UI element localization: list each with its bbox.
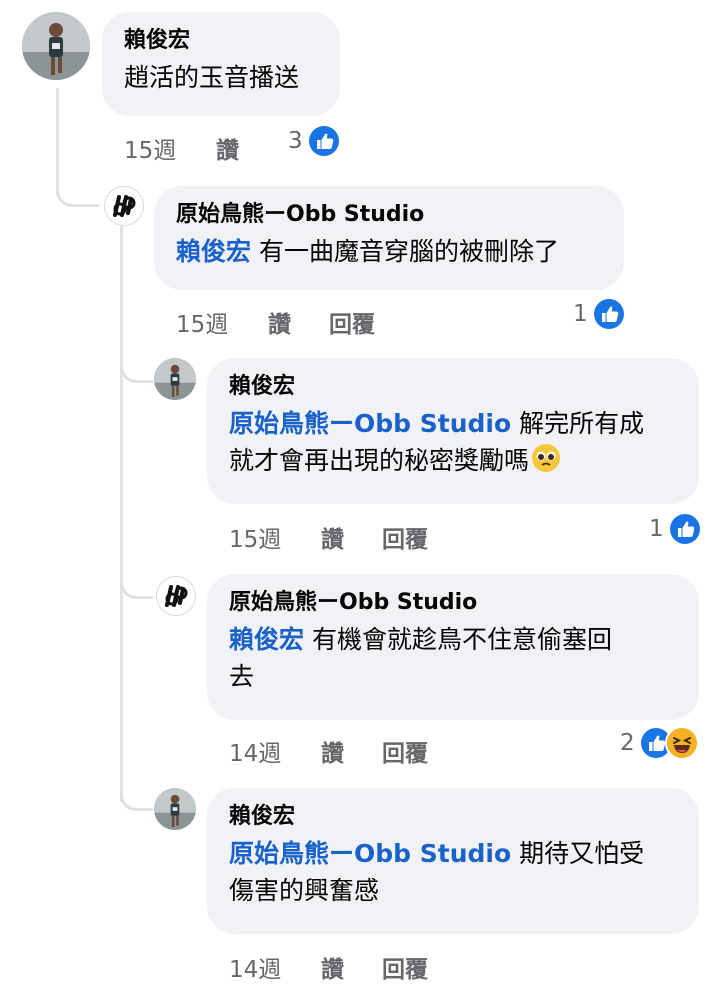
comment-bubble: 賴俊宏 原始鳥熊ーObb Studio 期待又怕受 傷害的興奮感 (207, 788, 699, 934)
comment-bubble: 原始鳥熊ーObb Studio 賴俊宏 有機會就趁鳥不住意偷塞回 去 (207, 574, 699, 720)
comment-meta: 14週 讚 回覆 (229, 950, 428, 984)
comment-time[interactable]: 14週 (229, 950, 321, 984)
mention-link[interactable]: 原始鳥熊ーObb Studio (229, 839, 511, 868)
like-button[interactable]: 讚 (321, 520, 382, 554)
like-icon (667, 512, 702, 546)
reply-button[interactable]: 回覆 (382, 520, 428, 554)
comment-meta: 14週 讚 回覆 (229, 734, 428, 768)
comment-body: 有機會就趁鳥不住意偷塞回 (311, 625, 612, 654)
comment-body: 傷害的興奮感 (229, 876, 380, 905)
comment-body: 去 (229, 662, 255, 691)
comment-body: 期待又怕受 (519, 839, 645, 868)
comment-author[interactable]: 賴俊宏 (229, 802, 677, 832)
reaction-summary[interactable]: 3 (288, 124, 341, 158)
comment-text: 原始鳥熊ーObb Studio 期待又怕受 傷害的興奮感 (229, 835, 677, 909)
thread-connector (120, 358, 153, 383)
comment-bubble: 賴俊宏 趙活的玉音播送 (102, 12, 340, 116)
mention-link[interactable]: 原始鳥熊ーObb Studio (229, 409, 511, 438)
runner-photo-icon (154, 358, 196, 400)
obb-studio-logo-icon (165, 585, 188, 607)
comment-author[interactable]: 賴俊宏 (124, 26, 318, 56)
haha-icon (664, 726, 699, 760)
comment-time[interactable]: 15週 (176, 305, 268, 339)
reaction-count: 3 (288, 128, 303, 154)
like-button[interactable]: 讚 (216, 131, 277, 165)
comment-author[interactable]: 原始鳥熊ーObb Studio (176, 200, 602, 230)
reaction-count: 2 (620, 730, 635, 756)
reaction-summary[interactable]: 1 (573, 297, 626, 331)
comment-time[interactable]: 14週 (229, 734, 321, 768)
comment-author[interactable]: 賴俊宏 (229, 372, 677, 402)
like-button[interactable]: 讚 (321, 734, 382, 768)
mention-link[interactable]: 賴俊宏 (176, 237, 251, 266)
reaction-count: 1 (573, 301, 588, 327)
comment-time[interactable]: 15週 (124, 131, 216, 165)
avatar[interactable] (104, 186, 144, 226)
reply-button[interactable]: 回覆 (382, 734, 428, 768)
comment-bubble: 賴俊宏 原始鳥熊ーObb Studio 解完所有成 就才會再出現的秘密獎勵嗎 (207, 358, 699, 504)
like-button[interactable]: 讚 (268, 305, 329, 339)
runner-photo-icon (154, 788, 196, 830)
comment-author[interactable]: 原始鳥熊ーObb Studio (229, 588, 677, 618)
thread-line-main (56, 88, 59, 188)
comment-body: 解完所有成 (519, 409, 645, 438)
comment-meta: 15週 讚 回覆 (176, 305, 375, 339)
comment-text: 趙活的玉音播送 (124, 63, 300, 92)
thread-connector (120, 786, 153, 811)
reply-button[interactable]: 回覆 (382, 950, 428, 984)
like-icon (306, 124, 341, 158)
reaction-summary[interactable]: 2 (620, 726, 699, 760)
reaction-count: 1 (649, 516, 664, 542)
comment-bubble: 原始鳥熊ーObb Studio 賴俊宏 有一曲魔音穿腦的被刪除了 (154, 186, 624, 290)
comment-body: 就才會再出現的秘密獎勵嗎 (229, 446, 530, 475)
comment-meta: 15週 讚 (124, 131, 277, 165)
like-icon (591, 297, 626, 331)
mention-link[interactable]: 賴俊宏 (229, 625, 304, 654)
avatar[interactable] (156, 576, 196, 616)
thread-connector (120, 574, 153, 599)
avatar[interactable] (154, 358, 196, 400)
comment-text: 賴俊宏 有一曲魔音穿腦的被刪除了 (176, 233, 602, 270)
reply-button[interactable]: 回覆 (329, 305, 375, 339)
avatar[interactable] (22, 12, 90, 80)
runner-photo-icon (22, 12, 90, 80)
comment-time[interactable]: 15週 (229, 520, 321, 554)
comment-body: 有一曲魔音穿腦的被刪除了 (258, 237, 559, 266)
comment-meta: 15週 讚 回覆 (229, 520, 428, 554)
comment-text: 原始鳥熊ーObb Studio 解完所有成 就才會再出現的秘密獎勵嗎 (229, 405, 677, 483)
reaction-summary[interactable]: 1 (649, 512, 702, 546)
thread-line-replies (120, 226, 123, 802)
obb-studio-logo-icon (113, 195, 136, 217)
thread-connector (56, 180, 99, 207)
avatar[interactable] (154, 788, 196, 830)
like-button[interactable]: 讚 (321, 950, 382, 984)
comment-text: 賴俊宏 有機會就趁鳥不住意偷塞回 去 (229, 621, 677, 695)
pleading-face-emoji (531, 443, 561, 483)
